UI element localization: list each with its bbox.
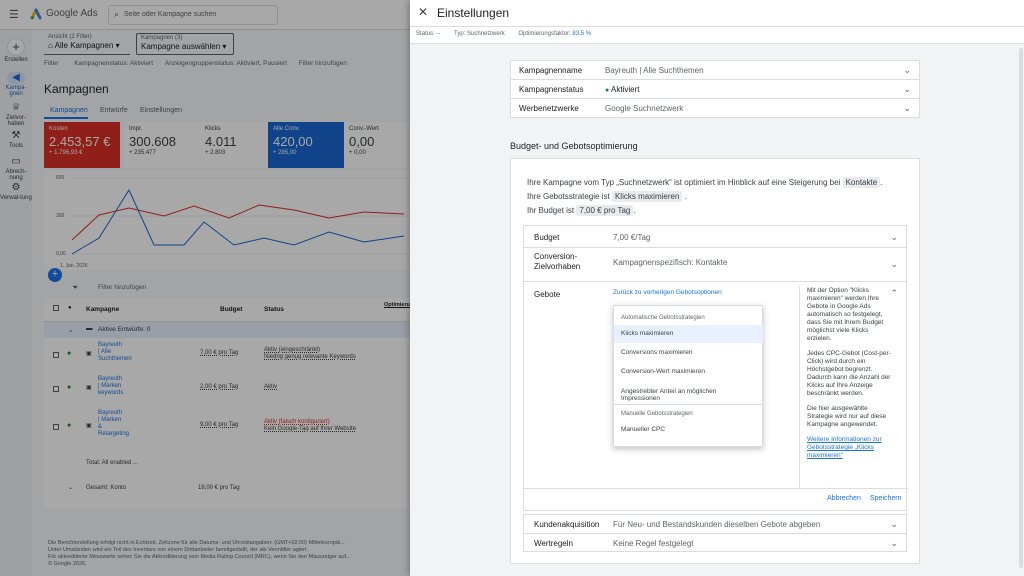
status-dot-icon: ● — [605, 87, 610, 94]
help-paragraph: Die hier ausgewählte Strategie wird nur … — [807, 405, 887, 428]
dropdown-section-header: Automatische Gebotsstrategien — [621, 315, 705, 321]
budget-row[interactable]: Budget 7,00 €/Tag ⌄ — [524, 226, 906, 248]
setting-key: Kampagnenname — [519, 66, 583, 75]
chevron-down-icon: ⌄ — [903, 103, 911, 113]
help-paragraph: Mit der Option "Klicks maximieren" werde… — [807, 287, 884, 342]
dropdown-option-maximize-clicks[interactable]: Klicks maximieren — [614, 325, 763, 343]
chevron-down-icon: ⌄ — [890, 259, 898, 269]
setting-key: Budget — [534, 233, 560, 242]
setting-key: Wertregeln — [534, 539, 573, 548]
dropdown-option-manual-cpc[interactable]: Manueller CPC — [614, 421, 763, 439]
strategy-summary: Ihre Kampagne vom Typ „Suchnetzwerk“ ist… — [527, 177, 883, 216]
conversion-goals-row[interactable]: Conversion- Zielvorhaben Kampagnenspezifi… — [524, 248, 906, 283]
type-label: Typ: Suchnetzwerk — [454, 31, 505, 37]
summary-text: Ihre Kampagne vom Typ „Suchnetzwerk“ ist… — [527, 178, 841, 187]
panel-status-bar: Status: -- Typ: Suchnetzwerk Optimierung… — [410, 27, 1024, 44]
chevron-down-icon: ⌄ — [890, 232, 898, 242]
panel-header: ✕ Einstellungen — [410, 0, 1024, 27]
more-settings-card: Kundenakquisition Für Neu- und Bestandsk… — [523, 514, 907, 552]
dropdown-section-header: Manuelle Gebotsstrategien — [621, 411, 693, 417]
chevron-down-icon: ⌄ — [903, 84, 911, 94]
help-text: Mit der Option "Klicks maximieren" werde… — [807, 287, 893, 460]
setting-row-campaign-status[interactable]: Kampagnenstatus ● Aktiviert ⌄ — [511, 80, 919, 99]
setting-value: Kampagnenspezifisch: Kontakte — [613, 258, 728, 267]
bid-strategy-dropdown: Automatische Gebotsstrategien Klicks max… — [613, 305, 763, 447]
setting-key: Werbenetzwerke — [519, 104, 579, 113]
optimization-label: Optimierungsfaktor: — [518, 31, 571, 37]
chevron-down-icon: ⌄ — [903, 65, 911, 75]
divider — [614, 404, 763, 405]
back-to-bid-options-link[interactable]: Zurück zu vorherigen Gebotsoptionen — [613, 289, 722, 296]
setting-value: Bayreuth | Alle Suchthemen — [605, 66, 704, 75]
scrollbar[interactable] — [1019, 48, 1023, 568]
dropdown-option-maximize-conversions[interactable]: Conversions maximieren — [614, 344, 763, 362]
setting-value: Aktiviert — [611, 85, 640, 94]
setting-value: Keine Regel festgelegt — [613, 539, 694, 548]
cancel-button[interactable]: Abbrechen — [827, 495, 861, 502]
divider — [524, 488, 908, 489]
setting-key-line: Zielvorhaben — [534, 262, 581, 271]
setting-row-campaign-name[interactable]: Kampagnenname Bayreuth | Alle Suchthemen… — [511, 61, 919, 80]
summary-text: Ihre Gebotsstrategie ist — [527, 192, 610, 201]
customer-acquisition-row[interactable]: Kundenakquisition Für Neu- und Bestandsk… — [524, 515, 906, 534]
budget-chip: 7,00 € pro Tag — [576, 205, 634, 216]
goal-chip: Kontakte — [842, 177, 881, 188]
dropdown-option-maximize-conversion-value[interactable]: Conversion-Wert maximieren — [614, 363, 763, 381]
budget-bidding-card: Ihre Kampagne vom Typ „Suchnetzwerk“ ist… — [510, 158, 920, 564]
status-label: Status: -- — [416, 31, 441, 37]
optimization-value[interactable]: 83,5 % — [572, 31, 591, 37]
panel-title: Einstellungen — [437, 6, 510, 20]
learn-more-link[interactable]: Weitere Informationen zur Gebotsstrategi… — [807, 436, 893, 460]
budget-conversion-card: Budget 7,00 €/Tag ⌄ Conversion- Zielvorha… — [523, 225, 907, 283]
help-paragraph: Jedes CPC-Gebot (Cost-per-Click) wird du… — [807, 350, 891, 397]
setting-key-line: Conversion- — [534, 252, 578, 261]
settings-panel: ✕ Einstellungen Status: -- Typ: Suchnetz… — [410, 0, 1024, 576]
close-icon[interactable]: ✕ — [418, 5, 428, 19]
setting-value: Für Neu- und Bestandskunden dieselben Ge… — [613, 520, 821, 529]
summary-text: Ihr Budget ist — [527, 206, 575, 215]
dropdown-option-impression-share[interactable]: Angestrebter Anteil an möglichen Impress… — [614, 383, 763, 402]
section-title: Budget- und Gebotsoptimierung — [510, 141, 638, 151]
bidding-editor: Gebote Zurück zu vorherigen Gebotsoption… — [523, 281, 908, 511]
setting-row-networks[interactable]: Werbenetzwerke Google Suchnetzwerk ⌄ — [511, 99, 919, 118]
basic-settings-card: Kampagnenname Bayreuth | Alle Suchthemen… — [510, 60, 920, 118]
bid-strategy-chip: Klicks maximieren — [611, 191, 683, 202]
setting-key: Gebote — [534, 290, 561, 299]
modal-backdrop[interactable] — [0, 0, 410, 576]
chevron-down-icon: ⌄ — [890, 538, 898, 548]
setting-key: Conversion- Zielvorhaben — [534, 252, 580, 272]
setting-value: 7,00 €/Tag — [613, 233, 651, 242]
chevron-down-icon: ⌄ — [890, 519, 898, 529]
setting-key: Kampagnenstatus — [519, 85, 584, 94]
setting-key: Kundenakquisition — [534, 520, 600, 529]
value-rules-row[interactable]: Wertregeln Keine Regel festgelegt ⌄ — [524, 534, 906, 553]
save-button[interactable]: Speichern — [870, 495, 902, 502]
divider — [799, 286, 800, 488]
setting-value: Google Suchnetzwerk — [605, 104, 684, 113]
